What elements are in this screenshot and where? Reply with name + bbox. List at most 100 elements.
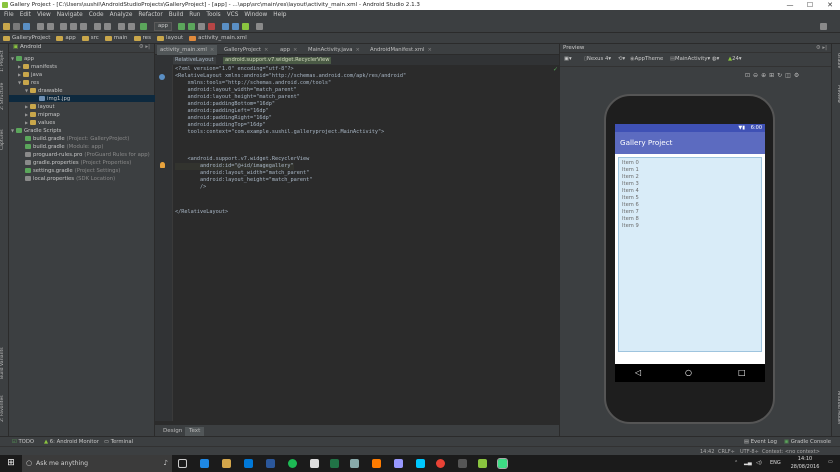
code-line-2[interactable]: <RelativeLayout xmlns:android="http://sc… <box>175 73 406 80</box>
menu-tools[interactable]: Tools <box>206 12 220 18</box>
xml-breadcrumb-relativelayout[interactable]: RelativeLayout <box>173 57 216 64</box>
microphone-icon[interactable]: ♪ <box>164 455 168 472</box>
run-icon[interactable] <box>178 23 185 30</box>
maximize-button[interactable]: ☐ <box>800 0 820 10</box>
code-line-1[interactable]: <?xml version="1.0" encoding="utf-8"?> <box>175 66 294 73</box>
notifications-icon[interactable]: ▭ <box>828 459 833 465</box>
menu-window[interactable]: Window <box>244 12 267 18</box>
back-icon[interactable] <box>118 23 125 30</box>
save-icon[interactable] <box>13 23 20 30</box>
zoom-fit-icon[interactable]: ⊞ <box>769 72 774 79</box>
clock-time[interactable]: 14:10 <box>790 456 820 462</box>
breadcrumb-src[interactable]: src <box>81 35 99 41</box>
tab-gallery-project[interactable]: GalleryProject × <box>221 45 271 55</box>
tree-item-res[interactable]: ▼ res <box>18 79 39 86</box>
android-monitor-icon[interactable] <box>242 23 249 30</box>
code-line-7[interactable]: android:paddingLeft="16dp" <box>175 108 268 115</box>
zoom-actual-icon[interactable]: ⊡ <box>745 72 750 79</box>
code-line-10[interactable]: tools:context="com.example.sushil.galler… <box>175 129 384 136</box>
gradle-console-tool-tab[interactable]: ▣ Gradle Console <box>784 439 831 445</box>
menu-refactor[interactable]: Refactor <box>138 12 162 18</box>
tree-item-layout[interactable]: ▶ layout <box>25 103 55 110</box>
xml-breadcrumb-recyclerview[interactable]: android.support.v7.widget.RecyclerView <box>223 57 332 64</box>
code-line-4[interactable]: android:layout_width="match_parent" <box>175 87 296 94</box>
clock-date[interactable]: 28/08/2016 <box>788 464 822 470</box>
todo-tool-tab[interactable]: ☑ TODO <box>12 439 34 445</box>
tab-activity-main[interactable]: activity_main.xml × <box>157 45 218 55</box>
forward-icon[interactable] <box>128 23 135 30</box>
tree-item-build-gradle-app[interactable]: build.gradle (Module: app) <box>25 143 103 150</box>
tree-item-img1[interactable]: img1.jpg <box>9 95 155 102</box>
app-icon-2[interactable] <box>458 459 467 468</box>
menu-edit[interactable]: Edit <box>20 12 31 18</box>
tree-item-gradle-properties[interactable]: gradle.properties (Project Properties) <box>25 159 131 166</box>
notepad-icon[interactable] <box>310 459 319 468</box>
tab-android-manifest[interactable]: AndroidManifest.xml × <box>367 45 435 55</box>
tree-item-manifests[interactable]: ▶ manifests <box>18 63 57 70</box>
tree-item-java[interactable]: ▶ java <box>18 71 42 78</box>
code-line-17[interactable]: /> <box>175 184 206 191</box>
recycler-view[interactable]: Item 0 Item 1 Item 2 Item 3 Item 4 Item … <box>618 157 762 352</box>
input-language[interactable]: ENG <box>770 460 781 466</box>
tab-app[interactable]: app × <box>277 45 300 55</box>
layout-toggle-icon[interactable]: ▣▾ <box>564 56 572 62</box>
preview-options-icon[interactable]: ⚙ <box>794 72 799 79</box>
code-line-15[interactable]: android:layout_width="match_parent" <box>175 170 309 177</box>
debug-icon[interactable] <box>188 23 195 30</box>
text-tab[interactable]: Text <box>185 427 205 436</box>
chrome-icon[interactable] <box>436 459 445 468</box>
theme-select[interactable]: ◉ AppTheme <box>630 56 663 62</box>
tree-item-drawable[interactable]: ▼ drawable <box>25 87 62 94</box>
breadcrumb-file[interactable]: activity_main.xml <box>189 35 247 41</box>
attach-debugger-icon[interactable] <box>198 23 205 30</box>
menu-navigate[interactable]: Navigate <box>57 12 83 18</box>
make-project-icon[interactable] <box>140 23 147 30</box>
cortana-search-box[interactable]: ○ Ask me anything ♪ <box>22 455 172 472</box>
word-icon[interactable] <box>266 459 275 468</box>
spotify-icon[interactable] <box>288 459 297 468</box>
sync-icon[interactable] <box>23 23 30 30</box>
close-button[interactable]: ✕ <box>820 0 840 10</box>
breadcrumb-layout[interactable]: layout <box>156 35 183 41</box>
minimize-button[interactable]: — <box>780 0 800 10</box>
android-monitor-tool-tab[interactable]: ▲ 6: Android Monitor <box>44 439 99 445</box>
tree-item-proguard[interactable]: proguard-rules.pro (ProGuard Rules for ap… <box>25 151 150 158</box>
open-folder-icon[interactable] <box>3 23 10 30</box>
code-line-3[interactable]: xmlns:tools="http://schemas.android.com/… <box>175 80 331 87</box>
file-explorer-icon[interactable] <box>222 459 231 468</box>
search-everywhere-icon[interactable] <box>820 23 827 30</box>
code-line-13[interactable]: <android.support.v7.widget.RecyclerView <box>175 156 309 163</box>
avd-manager-icon[interactable] <box>222 23 229 30</box>
tab-main-activity[interactable]: MainActivity.java × <box>305 45 363 55</box>
project-view-mode[interactable]: Android <box>20 44 41 50</box>
device-select[interactable]: ▯ Nexus 4 ▾ <box>584 56 611 62</box>
preview-tool-tab[interactable]: Preview <box>832 80 840 108</box>
code-line-20[interactable]: </RelativeLayout> <box>175 209 228 216</box>
breadcrumb-project[interactable]: GalleryProject <box>3 35 50 41</box>
tray-overflow-icon[interactable]: ⌃ <box>734 460 738 466</box>
android-model-tool-tab[interactable]: Android Model <box>832 384 840 432</box>
code-line-16[interactable]: android:layout_height="match_parent" <box>175 177 312 184</box>
find-icon[interactable] <box>94 23 101 30</box>
refresh-icon[interactable]: ↻ <box>777 72 782 79</box>
menu-vcs[interactable]: VCS <box>227 12 239 18</box>
replace-icon[interactable] <box>104 23 111 30</box>
api-level-select[interactable]: ▲ 24 ▾ <box>728 56 742 62</box>
zoom-out-icon[interactable]: ⊖ <box>753 72 758 79</box>
undo-icon[interactable] <box>37 23 44 30</box>
panel-settings-icon[interactable]: ⚙ ▸| <box>139 44 150 50</box>
redo-icon[interactable] <box>47 23 54 30</box>
structure-tool-tab[interactable]: 2: Structure <box>0 80 9 112</box>
start-button[interactable]: ⊞ <box>0 455 22 472</box>
network-icon[interactable]: ▂▄ <box>744 460 752 466</box>
close-tab-icon[interactable]: × <box>355 47 359 53</box>
store-icon[interactable] <box>244 459 253 468</box>
close-tab-icon[interactable]: × <box>293 47 297 53</box>
excel-icon[interactable] <box>330 459 339 468</box>
code-line-8[interactable]: android:paddingRight="16dp" <box>175 115 271 122</box>
close-tab-icon[interactable]: × <box>264 47 268 53</box>
activity-select[interactable]: ▤ MainActivity ▾ <box>670 56 710 62</box>
screenshot-icon[interactable]: ◫ <box>785 72 791 79</box>
menu-run[interactable]: Run <box>189 12 200 18</box>
code-line-14[interactable]: android:id="@+id/imagegallery" <box>175 163 294 170</box>
